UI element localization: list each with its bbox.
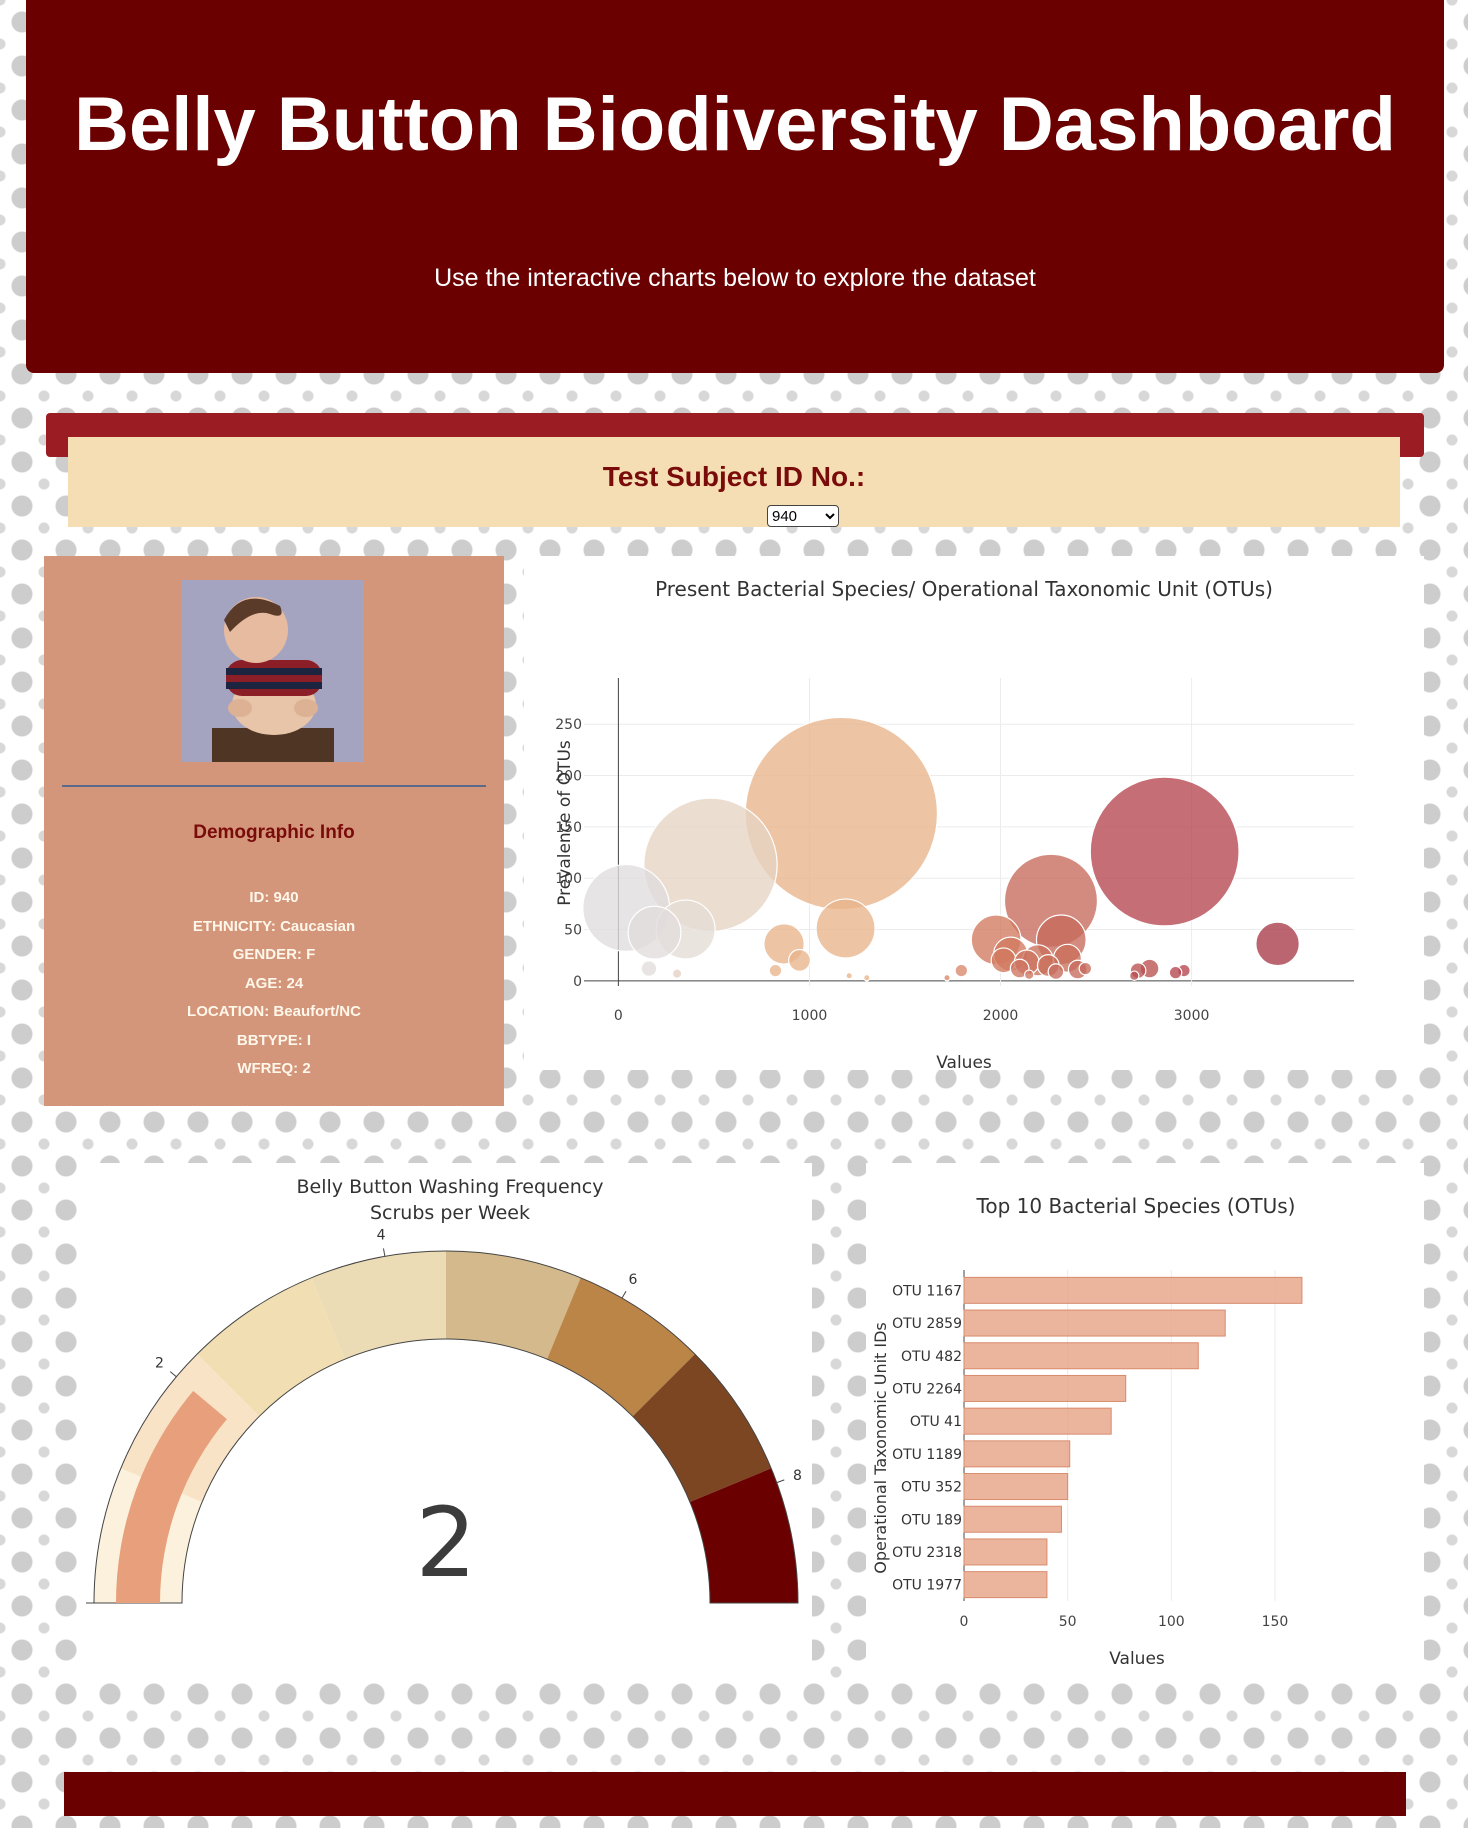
demo-gender: GENDER: F xyxy=(232,946,316,963)
bubble-point[interactable] xyxy=(1089,776,1240,927)
bar-x-tick-label: 0 xyxy=(960,1614,969,1630)
gauge-tick-label: 8 xyxy=(793,1468,802,1484)
bar-rect[interactable] xyxy=(963,1505,1062,1533)
demo-age: AGE: 24 xyxy=(244,974,304,992)
bubble-point[interactable] xyxy=(640,960,658,977)
bubble-chart-panel: Present Bacterial Species/ Operational T… xyxy=(524,556,1424,1073)
bar-x-tick-label: 100 xyxy=(1158,1614,1185,1630)
bubble-point[interactable] xyxy=(1078,961,1093,976)
baby-photo xyxy=(182,580,364,762)
bar-category-label: OTU 482 xyxy=(901,1349,962,1365)
footer-bar xyxy=(64,1772,1406,1816)
bubble-point[interactable] xyxy=(954,963,969,978)
bubble-point[interactable] xyxy=(1255,921,1300,967)
bubble-x-axis-title: Values xyxy=(936,1053,992,1070)
bar-rect[interactable] xyxy=(963,1571,1048,1599)
bubble-point[interactable] xyxy=(863,974,871,982)
bubble-point[interactable] xyxy=(671,968,683,979)
bubble-y-axis-title: Prevalence of OTUs xyxy=(555,740,575,906)
bubble-y-tick-label: 50 xyxy=(564,923,582,939)
gauge-title: Belly Button Washing Frequency xyxy=(297,1176,604,1198)
demo-id: ID: 940 xyxy=(249,889,299,906)
demographic-info-list: ID: 940 ETHNICITY: Caucasian GENDER: F A… xyxy=(44,884,504,1084)
header-banner: Belly Button Biodiversity Dashboard Use … xyxy=(26,0,1444,373)
demo-ethnicity: ETHNICITY: Caucasian xyxy=(192,917,356,935)
bar-x-axis-title: Values xyxy=(1109,1649,1165,1669)
bubble-y-tick-label: 250 xyxy=(555,717,582,733)
gauge-tick xyxy=(621,1290,627,1299)
bar-rect[interactable] xyxy=(963,1342,1199,1370)
gauge-chart-panel: Belly Button Washing Frequency Scrubs pe… xyxy=(80,1163,812,1678)
bar-category-label: OTU 1977 xyxy=(892,1578,962,1594)
bar-category-label: OTU 41 xyxy=(910,1414,962,1430)
bubble-point[interactable] xyxy=(1047,963,1065,980)
bubble-point[interactable] xyxy=(1129,970,1140,981)
top10-bar-chart[interactable]: Top 10 Bacterial Species (OTUs) 0 50 100 15… xyxy=(866,1163,1424,1683)
gauge-chart[interactable]: Belly Button Washing Frequency Scrubs pe… xyxy=(80,1163,812,1678)
gauge-tick-label: 4 xyxy=(377,1228,386,1244)
bubble-chart[interactable]: Present Bacterial Species/ Operational T… xyxy=(524,556,1424,1073)
bar-category-label: OTU 352 xyxy=(901,1480,962,1496)
demo-location: LOCATION: Beaufort/NC xyxy=(187,1003,361,1020)
demographic-divider xyxy=(62,785,486,787)
page-title: Belly Button Biodiversity Dashboard xyxy=(74,82,1396,167)
page-subtitle: Use the interactive charts below to expl… xyxy=(434,264,1036,292)
bar-chart-title: Top 10 Bacterial Species (OTUs) xyxy=(976,1194,1296,1218)
bubble-point[interactable] xyxy=(768,963,783,978)
bubble-point[interactable] xyxy=(1168,965,1183,980)
bar-rect[interactable] xyxy=(963,1374,1127,1402)
gauge-tick xyxy=(776,1479,785,1484)
bar-rect[interactable] xyxy=(963,1538,1048,1566)
bubble-x-tick-label: 2000 xyxy=(983,1008,1019,1024)
demo-bbtype: BBTYPE: I xyxy=(236,1031,312,1049)
gauge-value-number: 2 xyxy=(415,1487,476,1599)
gauge-tick xyxy=(382,1248,386,1257)
bubble-point[interactable] xyxy=(815,898,876,959)
bar-category-label: OTU 2264 xyxy=(892,1381,962,1397)
bubble-y-tick-label: 0 xyxy=(573,974,582,990)
bar-category-label: OTU 2859 xyxy=(892,1316,962,1332)
demographic-heading: Demographic Info xyxy=(193,822,355,843)
bubble-chart-title: Present Bacterial Species/ Operational T… xyxy=(655,577,1273,601)
bar-category-label: OTU 2318 xyxy=(892,1545,962,1561)
bubble-x-tick-label: 0 xyxy=(614,1008,623,1024)
bar-rect[interactable] xyxy=(963,1309,1226,1337)
bubble-point[interactable] xyxy=(943,974,951,982)
bar-category-label: OTU 1189 xyxy=(892,1447,962,1463)
gauge-tick xyxy=(169,1371,177,1378)
bar-x-tick-label: 50 xyxy=(1059,1614,1077,1630)
bar-category-label: OTU 1167 xyxy=(892,1283,962,1299)
baby-illustration xyxy=(182,580,364,762)
demo-wfreq: WFREQ: 2 xyxy=(237,1060,311,1077)
subject-selector-bar: Test Subject ID No.: 940 xyxy=(68,437,1400,527)
subject-selector-label: Test Subject ID No.: xyxy=(602,461,866,492)
bar-x-tick-label: 150 xyxy=(1262,1614,1289,1630)
bubble-point[interactable] xyxy=(627,905,682,960)
bubble-point[interactable] xyxy=(788,948,811,972)
bar-rect[interactable] xyxy=(963,1440,1071,1468)
bar-chart-panel: Top 10 Bacterial Species (OTUs) 0 50 100 15… xyxy=(866,1163,1424,1683)
bubble-point[interactable] xyxy=(845,972,853,980)
bubble-point[interactable] xyxy=(1023,969,1035,980)
demographic-panel: Demographic Info ID: 940 ETHNICITY: Cauc… xyxy=(44,556,504,1106)
subject-id-dropdown[interactable]: 940 xyxy=(767,505,839,527)
gauge-tick-label: 6 xyxy=(629,1272,638,1288)
gauge-tick-label: 2 xyxy=(155,1356,164,1372)
bar-rect[interactable] xyxy=(963,1276,1303,1304)
bubble-x-tick-label: 3000 xyxy=(1174,1008,1210,1024)
bar-rect[interactable] xyxy=(963,1473,1069,1501)
bar-category-label: OTU 189 xyxy=(901,1512,962,1528)
gauge-subtitle: Scrubs per Week xyxy=(370,1202,530,1224)
bar-y-axis-title: Operational Taxonomic Unit IDs xyxy=(871,1322,890,1574)
bar-rect[interactable] xyxy=(963,1407,1112,1435)
bubble-x-tick-label: 1000 xyxy=(792,1008,828,1024)
